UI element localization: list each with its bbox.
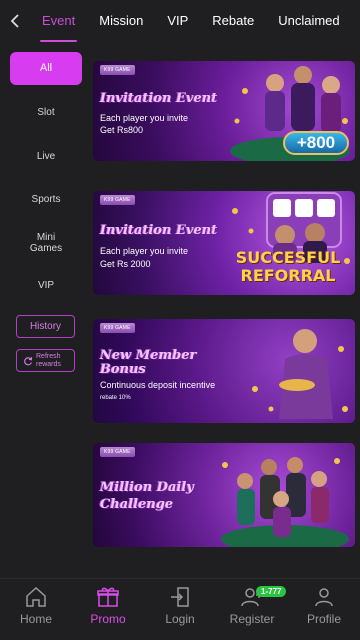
nav-register[interactable]: 1-777 Register xyxy=(216,579,288,640)
rebate-note: rebate 10% xyxy=(100,395,131,401)
nav-promo[interactable]: Promo xyxy=(72,579,144,640)
group-hosts-illustration xyxy=(221,457,349,547)
reward-amount-badge: +800 xyxy=(283,131,349,155)
category-slot[interactable]: Slot xyxy=(10,107,82,118)
tab-vip[interactable]: VIP xyxy=(155,0,200,42)
banner-line-1: Continuous deposit incentive xyxy=(100,380,216,390)
brand-tag: K99 GAME xyxy=(100,323,135,333)
banner-title: Invitation Event xyxy=(100,223,218,238)
category-sports[interactable]: Sports xyxy=(10,194,82,205)
tab-unclaimed[interactable]: Unclaimed xyxy=(266,0,351,42)
nav-login[interactable]: Login xyxy=(144,579,216,640)
new-member-bonus-banner[interactable]: K99 GAME New Member Bonus Continuous dep… xyxy=(93,319,355,423)
banner-title-line-2: Bonus xyxy=(100,362,146,377)
category-all[interactable]: All xyxy=(10,52,82,85)
category-sidebar: All Slot Live Sports Mini Games VIP Hist… xyxy=(0,42,86,578)
history-label: History xyxy=(29,321,62,332)
login-icon xyxy=(171,587,189,607)
tab-rebate[interactable]: Rebate xyxy=(200,0,266,42)
banner-line-1: Each player you invite xyxy=(100,113,189,123)
category-live[interactable]: Live xyxy=(10,151,82,162)
art-text-line-1: SUCCESFUL xyxy=(235,248,341,267)
user-icon xyxy=(315,588,333,607)
banner-title: Million Daily Challenge xyxy=(100,479,194,513)
banner-title: Invitation Event xyxy=(100,91,218,106)
refresh-icon xyxy=(24,356,33,365)
million-daily-challenge-banner[interactable]: K99 GAME Million Daily Challenge xyxy=(93,443,355,547)
invitation-event-banner-800[interactable]: K99 GAME Invitation Event Each player yo… xyxy=(93,61,355,161)
gift-icon xyxy=(97,587,119,607)
successful-referral-art-text: SUCCESFUL REFORRAL xyxy=(229,249,347,285)
chevron-left-icon xyxy=(10,14,19,28)
banner-line-2: Get Rs 2000 xyxy=(100,259,151,269)
brand-tag: K99 GAME xyxy=(100,195,135,205)
banner-title-line-1: Million Daily xyxy=(100,480,194,495)
tab-event[interactable]: Event xyxy=(30,0,87,42)
banner-title-line-1: New Member xyxy=(100,348,197,363)
history-button[interactable]: History xyxy=(16,315,75,338)
banner-title: New Member Bonus xyxy=(100,349,197,377)
refresh-rewards-button[interactable]: Refresh rewards xyxy=(16,349,75,372)
nav-login-label: Login xyxy=(165,612,195,626)
promo-screen: Event Mission VIP Rebate Unclaimed All S… xyxy=(0,0,360,640)
category-vip[interactable]: VIP xyxy=(10,280,82,291)
invitation-event-banner-2000[interactable]: K99 GAME Invitation Event Each player yo… xyxy=(93,191,355,295)
nav-profile[interactable]: Profile xyxy=(288,579,360,640)
brand-tag: K99 GAME xyxy=(100,65,135,75)
top-tab-bar: Event Mission VIP Rebate Unclaimed xyxy=(0,0,360,42)
banner-line-1: Each player you invite xyxy=(100,246,189,256)
nav-promo-label: Promo xyxy=(90,612,126,626)
nav-home-label: Home xyxy=(19,612,52,626)
banner-line-2: Get Rs800 xyxy=(100,125,144,135)
tab-mission[interactable]: Mission xyxy=(87,0,155,42)
refresh-label: Refresh rewards xyxy=(36,352,61,368)
nav-profile-label: Profile xyxy=(306,612,341,626)
home-icon xyxy=(26,586,46,607)
banner-title-line-2: Challenge xyxy=(100,497,174,512)
brand-tag: K99 GAME xyxy=(100,447,135,457)
register-bonus-badge: 1-777 xyxy=(256,586,287,597)
back-button[interactable] xyxy=(0,0,30,42)
bottom-navigation: Home Promo Login 1-777 Register Profile xyxy=(0,578,360,640)
nav-register-label: Register xyxy=(229,612,275,626)
category-mini-games[interactable]: Mini Games xyxy=(10,232,82,254)
art-text-line-2: REFORRAL xyxy=(240,266,336,285)
host-with-coins-illustration xyxy=(252,329,348,419)
nav-home[interactable]: Home xyxy=(0,579,72,640)
